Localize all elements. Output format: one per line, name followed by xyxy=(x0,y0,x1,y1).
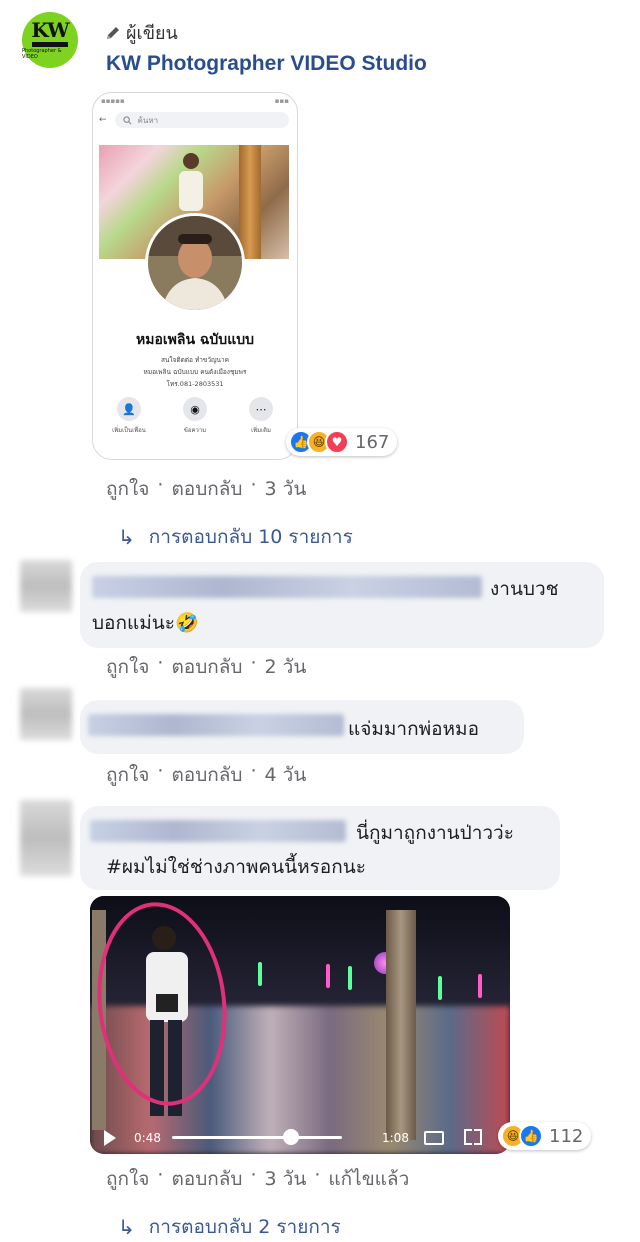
profile-actions: 👤 เพิ่มเป็นเพื่อน ◉ ข้อความ ⋯ เพิ่มเติม xyxy=(107,397,283,435)
avatar-logo-text: KW xyxy=(31,18,69,42)
messenger-icon: ◉ xyxy=(183,397,207,421)
comment-meta: ถูกใจ · ตอบกลับ · 3 วัน · แก้ไขแล้ว xyxy=(106,1164,409,1194)
avatar-logo-subtext: Photographer & VIDEO xyxy=(22,48,62,60)
profile-info-line-3: โทร.081-2803531 xyxy=(166,380,224,388)
like-icon: 👍 xyxy=(519,1124,543,1148)
play-icon[interactable] xyxy=(104,1130,116,1146)
profile-picture xyxy=(145,213,245,313)
like-link[interactable]: ถูกใจ xyxy=(106,1164,149,1194)
commenter-name-redacted[interactable] xyxy=(90,820,346,842)
meta-separator: · xyxy=(314,1164,321,1186)
comment-text-line-1: แจ่มมากพ่อหมอ xyxy=(348,718,479,740)
phone-search-box: ค้นหา xyxy=(114,112,289,128)
author-badge-label: ผู้เขียน xyxy=(126,23,178,44)
like-link[interactable]: ถูกใจ xyxy=(106,760,149,790)
like-link[interactable]: ถูกใจ xyxy=(106,474,149,504)
avatar-logo-bar xyxy=(32,42,68,47)
comment-text-line-1: นี่กูมาถูกงานป่าวว่ะ xyxy=(356,822,514,844)
video-controls: 0:48 1:08 xyxy=(90,1120,510,1154)
phone-search-bar: ← ค้นหา xyxy=(99,111,289,129)
commenter-avatar[interactable] xyxy=(20,688,72,740)
video-progress-bar[interactable] xyxy=(172,1136,342,1139)
meta-separator: · xyxy=(157,760,164,782)
commenter-avatar[interactable] xyxy=(20,560,72,612)
post-meta: ถูกใจ · ตอบกลับ · 3 วัน xyxy=(106,474,306,504)
reply-link[interactable]: ตอบกลับ xyxy=(171,1164,242,1194)
timestamp-link[interactable]: 3 วัน xyxy=(265,474,307,504)
add-friend-label: เพิ่มเป็นเพื่อน xyxy=(112,427,146,434)
profile-info-line-1: สนใจติดต่อ ทำขวัญนาค xyxy=(160,356,230,364)
search-icon xyxy=(122,115,132,124)
cover-pole xyxy=(239,145,261,259)
video-current-time: 0:48 xyxy=(134,1131,161,1145)
attached-screenshot[interactable]: ▪▪▪▪▪ ▪▪▪ ← ค้นหา หมอเพลิน ฉบับแบบ สนใจติ… xyxy=(92,92,298,460)
view-replies-label: การตอบกลับ 2 รายการ xyxy=(148,1216,341,1238)
page-name-link[interactable]: KW Photographer VIDEO Studio xyxy=(106,52,427,76)
video-attachment[interactable]: 0:48 1:08 xyxy=(90,896,510,1154)
comment-bubble: นี่กูมาถูกงานป่าวว่ะ #ผมไม่ใช่ช่างภาพคนน… xyxy=(80,806,560,890)
phone-status-bar: ▪▪▪▪▪ ▪▪▪ xyxy=(101,97,289,105)
meta-separator: · xyxy=(250,474,257,496)
add-friend-action: 👤 เพิ่มเป็นเพื่อน xyxy=(107,397,151,435)
more-icon: ⋯ xyxy=(249,397,273,421)
profile-info-line-2: หมอเพลิน ฉบับแบบ คนดังเมืองชุมพร xyxy=(143,368,247,376)
more-action: ⋯ เพิ่มเติม xyxy=(239,397,283,435)
profile-person-figure xyxy=(148,216,242,310)
reaction-count: 112 xyxy=(549,1125,584,1147)
video-tree xyxy=(386,910,416,1140)
commenter-name-redacted[interactable] xyxy=(92,576,482,598)
back-arrow-icon: ← xyxy=(99,115,107,125)
fullscreen-icon[interactable] xyxy=(464,1129,482,1145)
timestamp-link[interactable]: 3 วัน xyxy=(265,1164,307,1194)
reply-link[interactable]: ตอบกลับ xyxy=(171,760,242,790)
cast-icon[interactable] xyxy=(424,1131,444,1145)
reaction-count: 167 xyxy=(355,431,390,453)
comment-text-line-1: งานบวช xyxy=(490,578,559,600)
reply-link[interactable]: ตอบกลับ xyxy=(171,474,242,504)
reply-arrow-icon: ↳ xyxy=(118,525,135,549)
timestamp-link[interactable]: 2 วัน xyxy=(265,652,307,682)
meta-separator: · xyxy=(250,652,257,674)
meta-separator: · xyxy=(157,1164,164,1186)
meta-separator: · xyxy=(157,652,164,674)
comment-meta: ถูกใจ · ตอบกลับ · 4 วัน xyxy=(106,760,306,790)
comment-hashtag-link[interactable]: #ผมไม่ใช่ช่างภาพคนนี้หรอกนะ xyxy=(106,852,366,882)
view-replies-label: การตอบกลับ 10 รายการ xyxy=(148,526,353,548)
commenter-avatar[interactable] xyxy=(20,800,72,876)
video-scrubber-knob[interactable] xyxy=(283,1129,299,1145)
view-replies-link[interactable]: ↳ การตอบกลับ 10 รายการ xyxy=(118,522,353,552)
message-label: ข้อความ xyxy=(183,427,207,434)
meta-separator: · xyxy=(250,1164,257,1186)
author-badge: ผู้เขียน xyxy=(104,18,178,47)
edited-label[interactable]: แก้ไขแล้ว xyxy=(328,1164,409,1194)
phone-search-placeholder: ค้นหา xyxy=(137,115,159,125)
view-replies-link[interactable]: ↳ การตอบกลับ 2 รายการ xyxy=(118,1212,341,1242)
commenter-name-redacted[interactable] xyxy=(88,714,344,736)
add-friend-icon: 👤 xyxy=(117,397,141,421)
comment-reactions[interactable]: 😆 👍 112 xyxy=(498,1122,592,1150)
cover-person-figure xyxy=(179,153,203,211)
pencil-icon xyxy=(107,26,119,39)
page-avatar[interactable]: KW Photographer & VIDEO xyxy=(22,12,78,68)
like-link[interactable]: ถูกใจ xyxy=(106,652,149,682)
comment-bubble: งานบวช บอกแม่นะ🤣 xyxy=(80,562,604,648)
reply-link[interactable]: ตอบกลับ xyxy=(171,652,242,682)
timestamp-link[interactable]: 4 วัน xyxy=(265,760,307,790)
meta-separator: · xyxy=(157,474,164,496)
message-action: ◉ ข้อความ xyxy=(173,397,217,435)
video-duration: 1:08 xyxy=(382,1131,409,1145)
meta-separator: · xyxy=(250,760,257,782)
love-icon: ♥ xyxy=(325,430,349,454)
post-reactions[interactable]: 👍 😆 ♥ 167 xyxy=(286,428,398,456)
reply-arrow-icon: ↳ xyxy=(118,1215,135,1239)
more-label: เพิ่มเติม xyxy=(251,427,271,434)
comment-meta: ถูกใจ · ตอบกลับ · 2 วัน xyxy=(106,652,306,682)
comment-text-line-2: บอกแม่นะ🤣 xyxy=(92,612,199,634)
profile-name: หมอเพลิน ฉบับแบบ xyxy=(135,332,254,348)
comment-bubble: แจ่มมากพ่อหมอ xyxy=(80,700,524,754)
